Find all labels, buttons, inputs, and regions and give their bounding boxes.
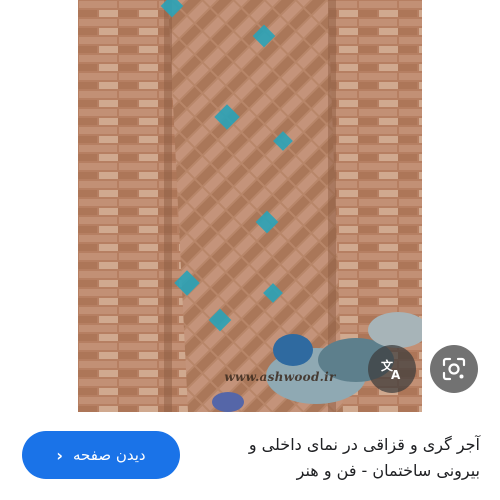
translate-button[interactable]: 文 A [368, 345, 416, 393]
result-photo [78, 0, 422, 412]
translate-icon: 文 A [381, 358, 401, 381]
image-preview[interactable]: www.ashwood.ir 文 A [0, 0, 500, 412]
result-title-line2: بیرونی ساختمان - فن و هنر [296, 461, 480, 480]
result-title-line1: آجر گری و قزاقی در نمای داخلی و [248, 435, 480, 454]
lens-icon [442, 357, 466, 381]
visit-page-button[interactable]: دیدن صفحه ‹ [22, 431, 180, 479]
result-title[interactable]: آجر گری و قزاقی در نمای داخلی و بیرونی س… [190, 432, 480, 484]
watermark: www.ashwood.ir [224, 370, 336, 384]
chevron-left-icon: ‹ [56, 445, 64, 465]
lens-button[interactable] [430, 345, 478, 393]
visit-page-label: دیدن صفحه [73, 446, 146, 464]
svg-text:A: A [391, 368, 401, 381]
